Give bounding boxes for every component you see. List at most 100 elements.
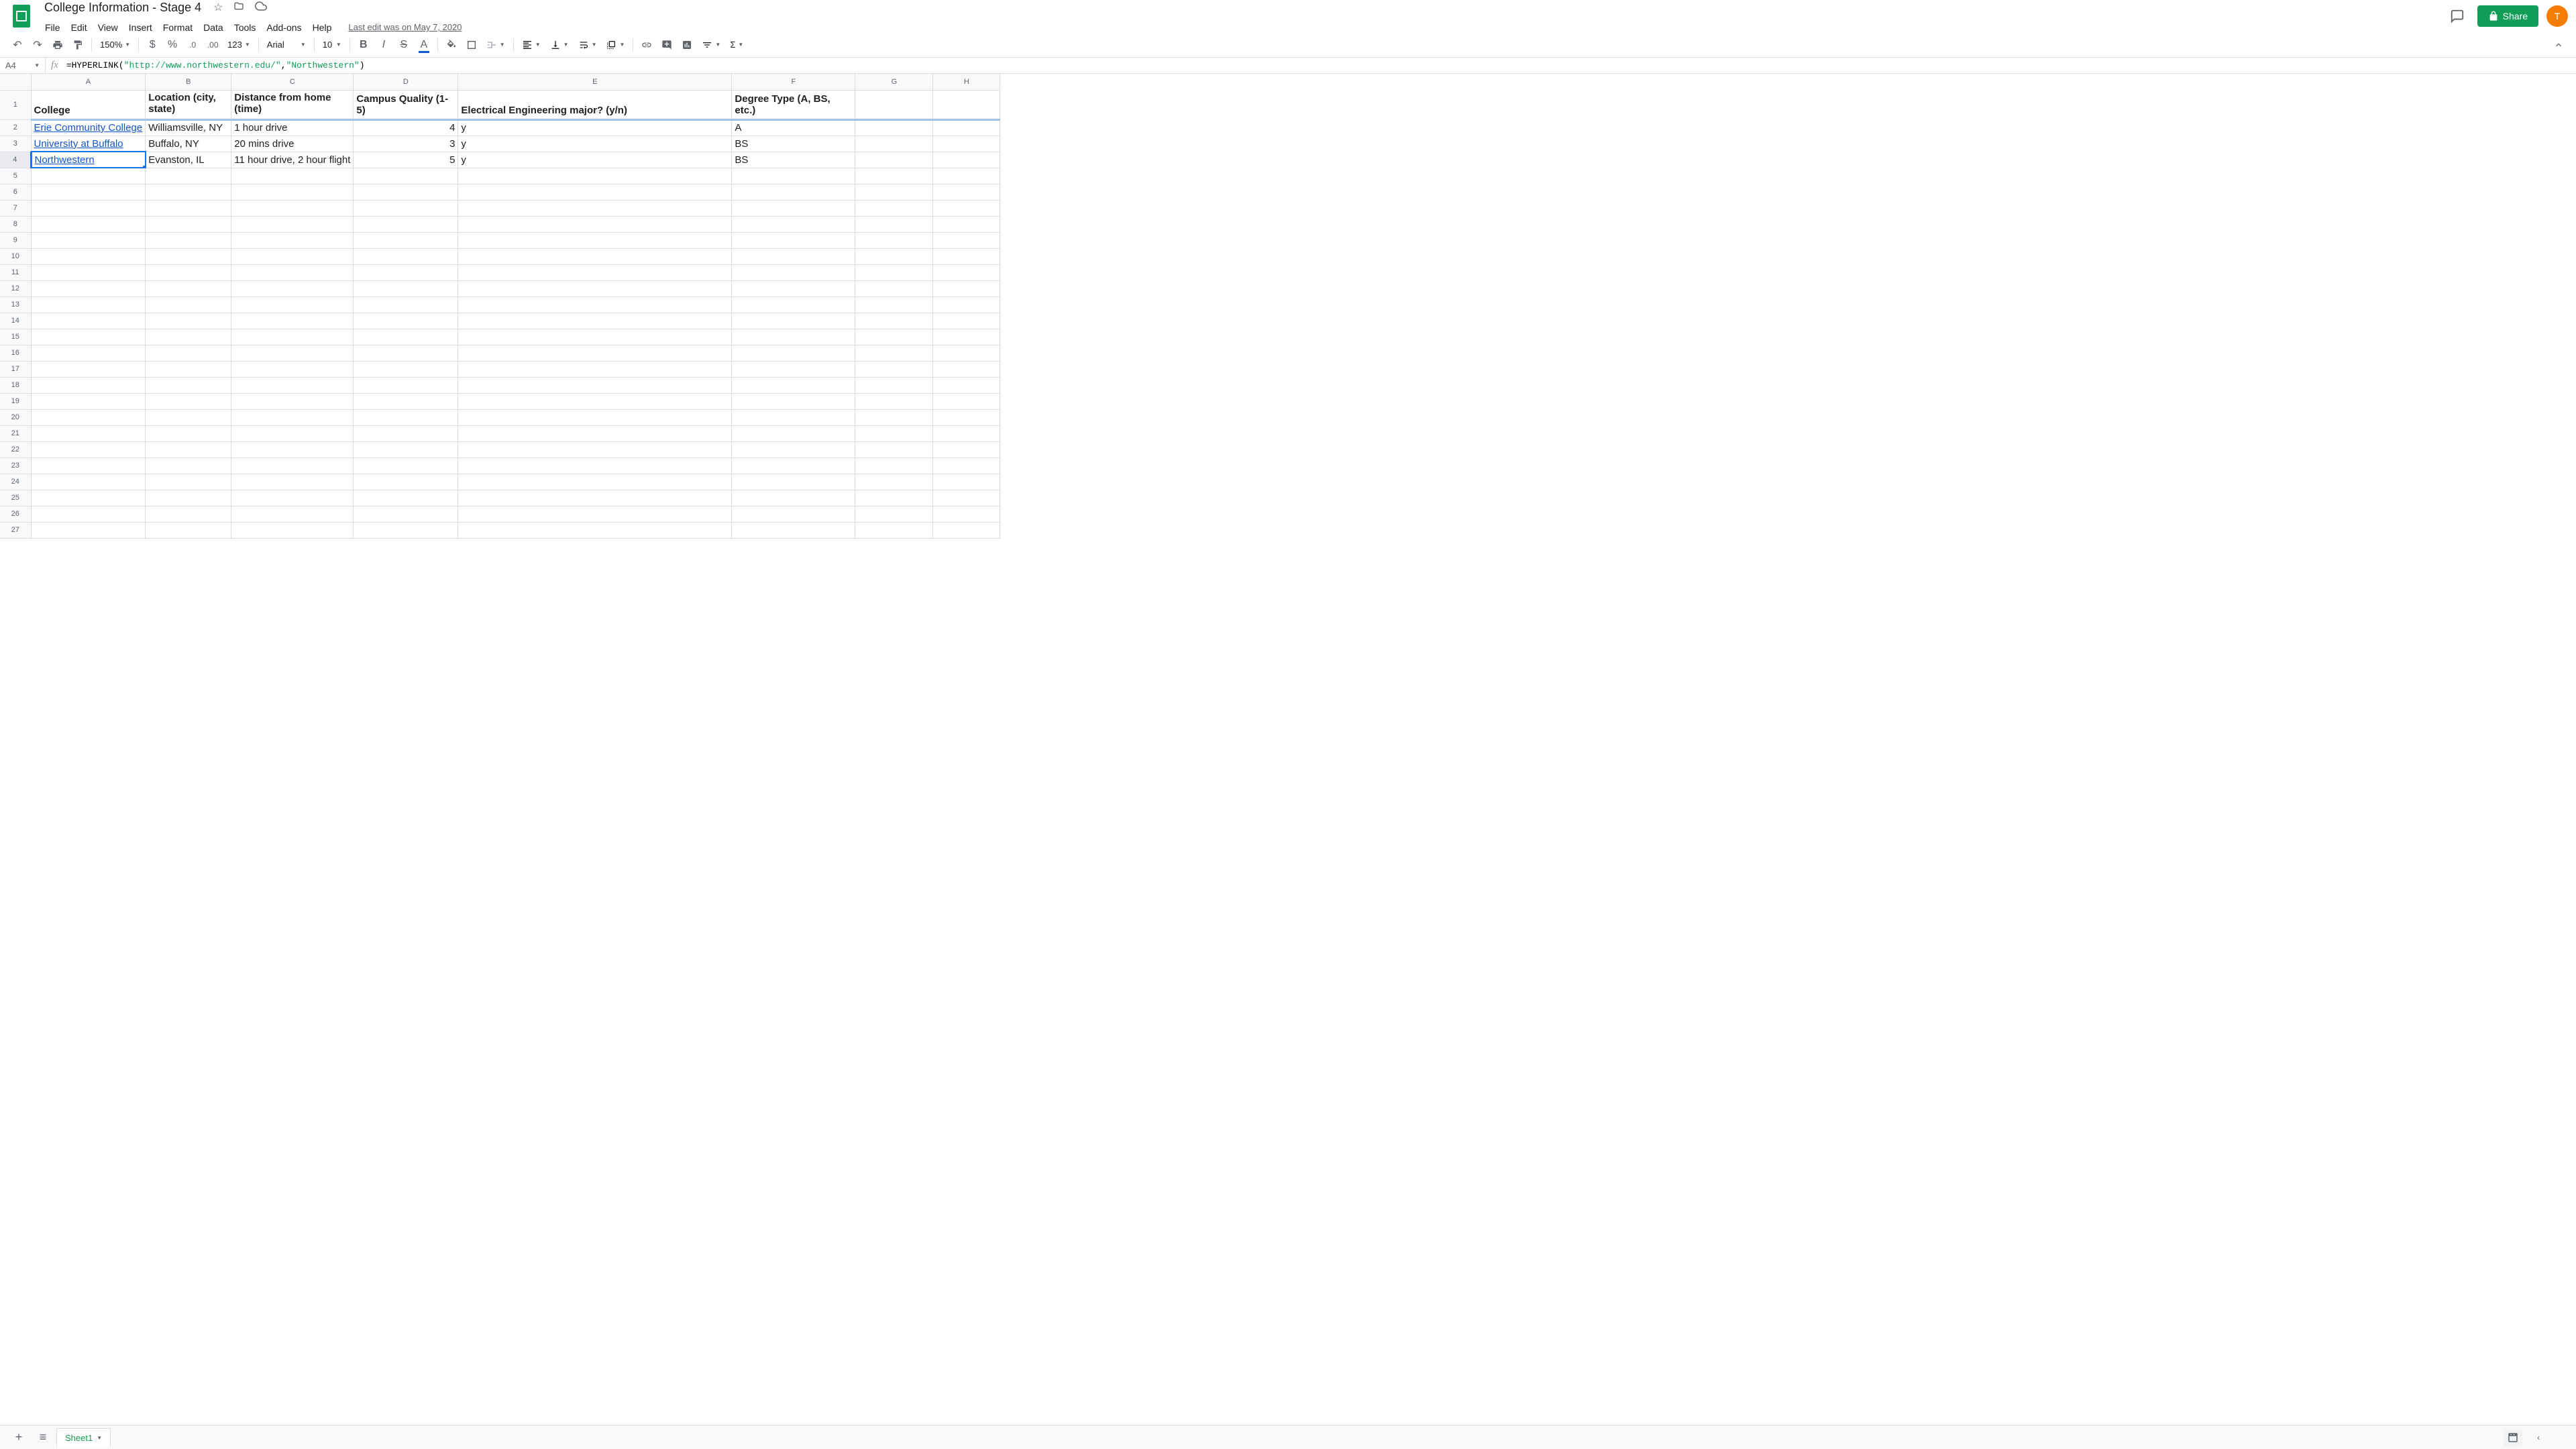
header-cell[interactable] <box>855 90 933 119</box>
grid-cell[interactable] <box>732 490 855 506</box>
grid-cell[interactable] <box>933 474 1000 490</box>
explore-button[interactable] <box>2504 1428 2522 1447</box>
grid-cell[interactable] <box>231 393 354 409</box>
grid-cell[interactable] <box>933 232 1000 248</box>
grid-cell[interactable] <box>732 264 855 280</box>
grid-cell[interactable] <box>354 458 458 474</box>
row-header[interactable]: 27 <box>0 522 31 538</box>
grid-cell[interactable] <box>458 329 732 345</box>
select-all-corner[interactable] <box>0 74 31 90</box>
row-header[interactable]: 5 <box>0 168 31 184</box>
row-header[interactable]: 4 <box>0 152 31 168</box>
grid-cell[interactable] <box>458 409 732 425</box>
row-header[interactable]: 24 <box>0 474 31 490</box>
grid-cell[interactable] <box>933 522 1000 538</box>
menu-addons[interactable]: Add-ons <box>262 19 306 36</box>
grid-cell[interactable] <box>146 409 231 425</box>
grid-cell[interactable] <box>855 522 933 538</box>
grid-cell[interactable] <box>458 393 732 409</box>
formula-input[interactable]: =HYPERLINK("http://www.northwestern.edu/… <box>64 60 2576 70</box>
grid-cell[interactable] <box>354 200 458 216</box>
sheet-tab[interactable]: Sheet1 ▼ <box>56 1428 111 1447</box>
header-cell[interactable]: College <box>31 90 146 119</box>
grid-cell[interactable] <box>458 425 732 441</box>
grid-cell[interactable] <box>855 119 933 136</box>
grid-cell[interactable]: 1 hour drive <box>231 119 354 136</box>
row-header[interactable]: 25 <box>0 490 31 506</box>
grid-cell[interactable]: y <box>458 119 732 136</box>
column-header[interactable]: H <box>933 74 1000 90</box>
grid-cell[interactable] <box>231 474 354 490</box>
grid-cell[interactable] <box>855 361 933 377</box>
grid-cell[interactable] <box>933 409 1000 425</box>
document-title[interactable]: College Information - Stage 4 <box>40 0 205 16</box>
grid-cell[interactable] <box>458 441 732 458</box>
comments-icon[interactable] <box>2445 4 2469 28</box>
grid-cell[interactable] <box>31 458 146 474</box>
header-cell[interactable]: Location (city, state) <box>146 90 231 119</box>
grid-cell[interactable] <box>231 168 354 184</box>
grid-cell[interactable] <box>855 152 933 168</box>
grid-cell[interactable] <box>933 441 1000 458</box>
grid-cell[interactable] <box>855 345 933 361</box>
grid-cell[interactable] <box>31 232 146 248</box>
grid-cell[interactable] <box>146 458 231 474</box>
grid-cell[interactable] <box>31 329 146 345</box>
grid-cell[interactable] <box>231 425 354 441</box>
grid-cell[interactable] <box>855 425 933 441</box>
move-icon[interactable] <box>231 0 247 17</box>
grid-cell[interactable] <box>354 248 458 264</box>
grid-cell[interactable] <box>231 297 354 313</box>
grid-cell[interactable] <box>933 490 1000 506</box>
grid-cell[interactable] <box>146 184 231 200</box>
grid-cell[interactable] <box>933 377 1000 393</box>
grid-cell[interactable] <box>855 200 933 216</box>
grid-cell[interactable] <box>933 216 1000 232</box>
grid-cell[interactable] <box>732 458 855 474</box>
grid-cell[interactable] <box>354 409 458 425</box>
menu-data[interactable]: Data <box>199 19 228 36</box>
cloud-status-icon[interactable] <box>252 0 270 18</box>
grid-cell[interactable] <box>231 361 354 377</box>
grid-cell[interactable]: University at Buffalo <box>31 136 146 152</box>
grid-cell[interactable] <box>31 393 146 409</box>
menu-tools[interactable]: Tools <box>229 19 261 36</box>
grid-cell[interactable] <box>354 393 458 409</box>
grid-cell[interactable]: 11 hour drive, 2 hour flight <box>231 152 354 168</box>
grid-cell[interactable] <box>933 248 1000 264</box>
collapse-toolbar-button[interactable] <box>2549 36 2568 54</box>
grid-cell[interactable] <box>855 441 933 458</box>
grid-cell[interactable] <box>855 506 933 522</box>
header-cell[interactable]: Degree Type (A, BS, etc.) <box>732 90 855 119</box>
grid-cell[interactable] <box>933 361 1000 377</box>
grid-cell[interactable] <box>933 119 1000 136</box>
insert-comment-button[interactable] <box>657 36 676 54</box>
grid-cell[interactable] <box>855 329 933 345</box>
grid-cell[interactable] <box>31 297 146 313</box>
grid-cell[interactable] <box>732 506 855 522</box>
last-edit-link[interactable]: Last edit was on May 7, 2020 <box>348 22 462 32</box>
grid-cell[interactable] <box>933 345 1000 361</box>
grid-cell[interactable] <box>31 184 146 200</box>
grid-cell[interactable] <box>231 313 354 329</box>
grid-cell[interactable]: y <box>458 152 732 168</box>
row-header[interactable]: 18 <box>0 377 31 393</box>
row-header[interactable]: 9 <box>0 232 31 248</box>
menu-file[interactable]: File <box>40 19 65 36</box>
vertical-align-dropdown[interactable]: ▼ <box>546 37 573 53</box>
grid-cell[interactable] <box>855 264 933 280</box>
grid-cell[interactable] <box>354 377 458 393</box>
grid-cell[interactable] <box>458 522 732 538</box>
strikethrough-button[interactable]: S <box>394 36 413 54</box>
redo-button[interactable]: ↷ <box>28 36 47 54</box>
grid-cell[interactable] <box>732 248 855 264</box>
header-cell[interactable]: Campus Quality (1-5) <box>354 90 458 119</box>
row-header[interactable]: 15 <box>0 329 31 345</box>
grid-cell[interactable] <box>458 232 732 248</box>
grid-cell[interactable] <box>855 280 933 297</box>
grid-cell[interactable] <box>732 232 855 248</box>
grid-cell[interactable] <box>231 522 354 538</box>
row-header[interactable]: 10 <box>0 248 31 264</box>
row-header[interactable]: 3 <box>0 136 31 152</box>
row-header[interactable]: 19 <box>0 393 31 409</box>
